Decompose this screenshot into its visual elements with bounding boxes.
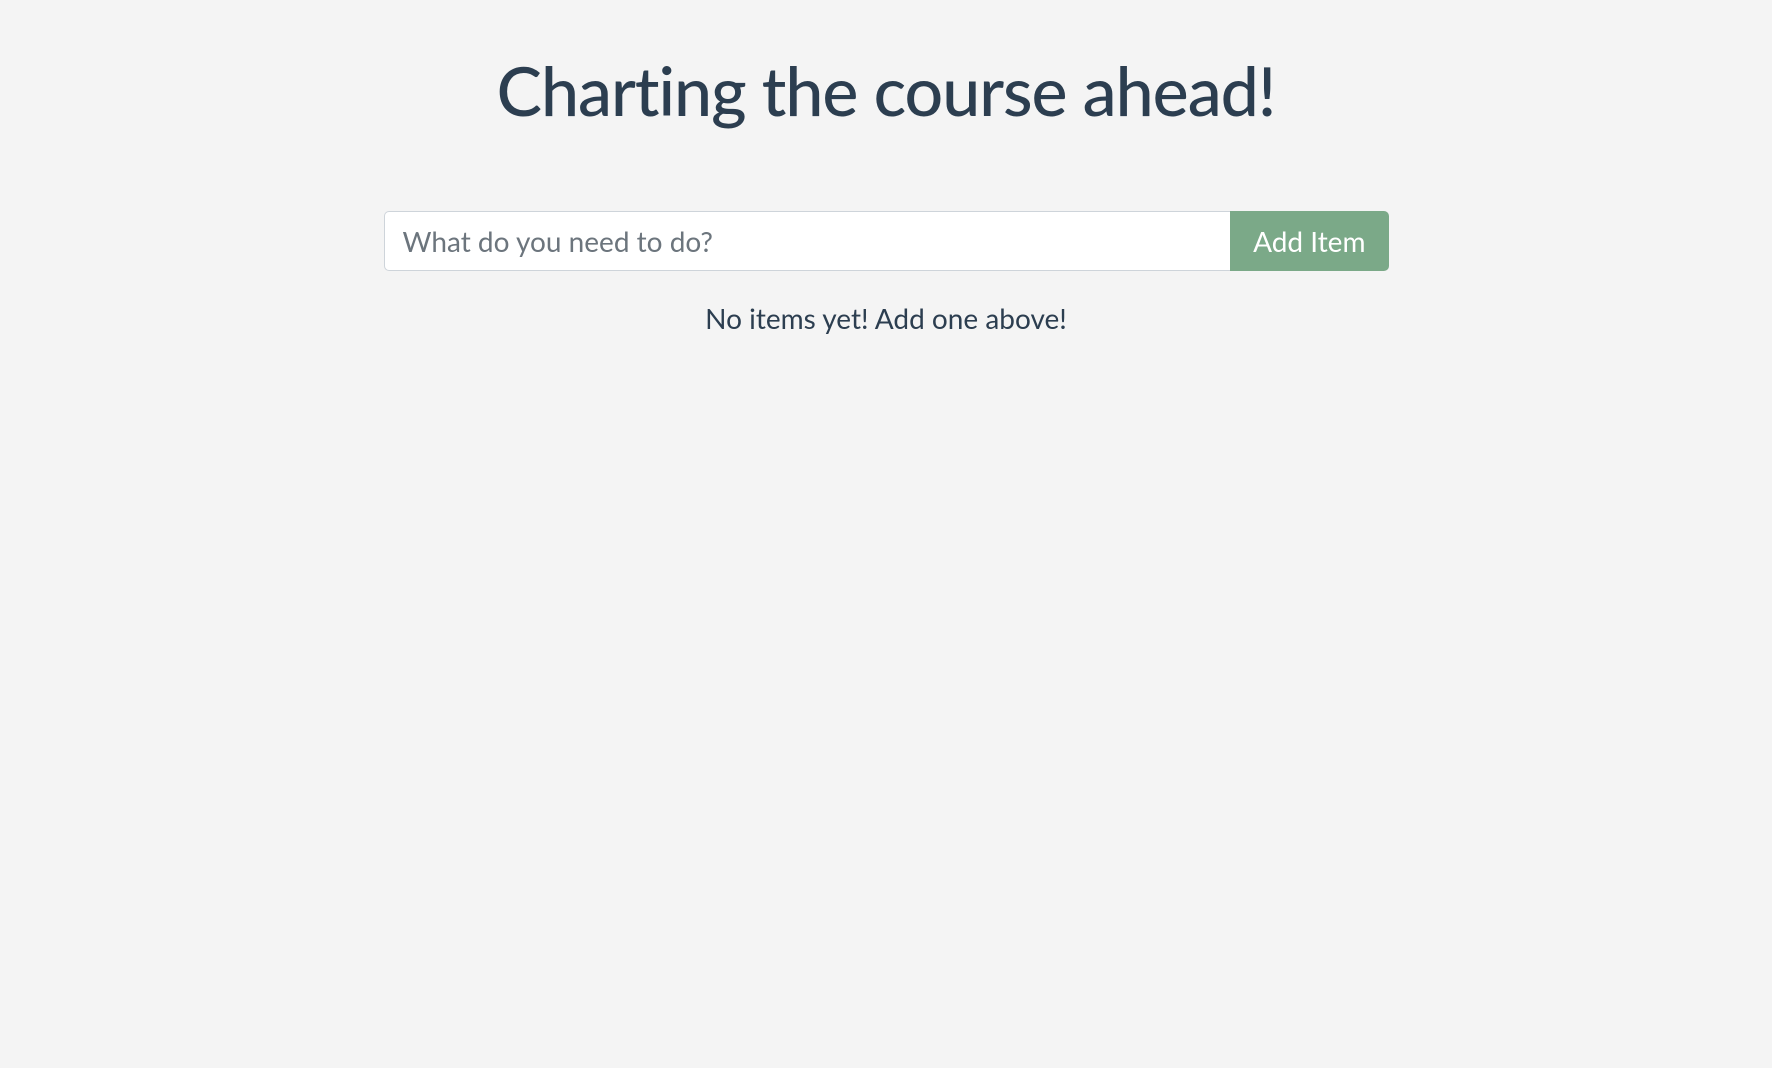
add-item-button[interactable]: Add Item — [1230, 211, 1388, 271]
empty-list-message: No items yet! Add one above! — [384, 301, 1389, 335]
add-item-form: Add Item — [384, 211, 1389, 271]
page-title: Charting the course ahead! — [384, 50, 1389, 131]
main-container: Charting the course ahead! Add Item No i… — [384, 0, 1389, 335]
todo-input[interactable] — [384, 211, 1231, 271]
